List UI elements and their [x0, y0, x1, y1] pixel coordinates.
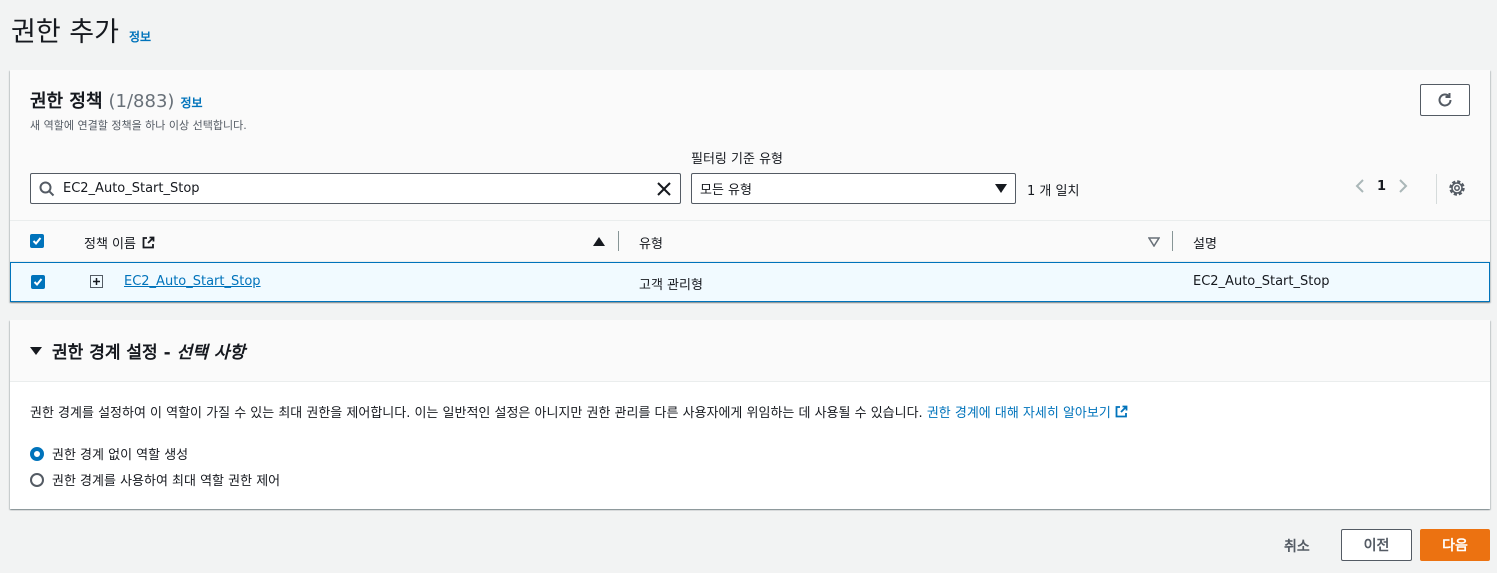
previous-button[interactable]: 이전: [1341, 529, 1412, 561]
policies-header: 권한 정책 (1/883) 정보 새 역할에 연결할 정책을 하나 이상 선택합…: [30, 87, 247, 133]
clear-icon[interactable]: [656, 181, 672, 197]
external-link-icon: [1115, 405, 1128, 418]
boundary-optional-label: 선택 사항: [176, 343, 246, 363]
permission-boundary-panel: 권한 경계 설정 - 선택 사항 권한 경계를 설정하여 이 역할이 가질 수 …: [10, 320, 1490, 509]
expand-row-button[interactable]: [90, 275, 103, 288]
column-header-type[interactable]: 유형: [639, 233, 663, 252]
check-icon: [33, 278, 43, 286]
caret-down-icon[interactable]: [30, 346, 42, 356]
policies-title: 권한 정책: [30, 91, 103, 112]
boundary-description-row: 권한 경계를 설정하여 이 역할이 가질 수 있는 최대 권한을 제어합니다. …: [30, 402, 1128, 421]
page-title-container: 권한 추가 정보: [11, 10, 151, 49]
radio-label: 권한 경계 없이 역할 생성: [52, 448, 189, 463]
table-row[interactable]: EC2_Auto_Start_Stop 고객 관리형 EC2_Auto_Star…: [10, 262, 1490, 302]
learn-more-label: 권한 경계에 대해 자세히 알아보기: [926, 406, 1111, 421]
radio-option-no-boundary[interactable]: 권한 경계 없이 역할 생성: [30, 444, 188, 463]
page-title: 권한 추가: [11, 17, 119, 48]
external-link-icon: [142, 236, 155, 249]
filter-type-label: 필터링 기준 유형: [691, 152, 783, 167]
policy-search-input[interactable]: EC2_Auto_Start_Stop: [30, 173, 681, 204]
policies-table-header: 정책 이름 유형 설명: [10, 220, 1490, 262]
radio-label: 권한 경계를 사용하여 최대 역할 권한 제어: [52, 474, 281, 489]
policies-title-row: 권한 정책 (1/883) 정보: [30, 87, 247, 113]
policies-count: (1/883): [108, 91, 175, 112]
search-icon: [39, 181, 55, 196]
cancel-button[interactable]: 취소: [1284, 536, 1310, 556]
policy-description: EC2_Auto_Start_Stop: [1193, 274, 1330, 289]
column-description-label: 설명: [1193, 237, 1217, 252]
match-count: 1 개 일치: [1027, 184, 1080, 199]
column-name-label: 정책 이름: [84, 237, 136, 252]
policies-description: 새 역할에 연결할 정책을 하나 이상 선택합니다.: [30, 119, 247, 132]
filter-type-value: 모든 유형: [700, 183, 752, 198]
next-button[interactable]: 다음: [1420, 529, 1490, 561]
radio-option-use-boundary[interactable]: 권한 경계를 사용하여 최대 역할 권한 제어: [30, 470, 280, 489]
check-icon: [32, 237, 42, 245]
boundary-description: 권한 경계를 설정하여 이 역할이 가질 수 있는 최대 권한을 제어합니다. …: [30, 406, 923, 421]
policy-type: 고객 관리형: [639, 278, 703, 293]
refresh-icon: [1438, 93, 1452, 107]
learn-more-link[interactable]: 권한 경계에 대해 자세히 알아보기: [926, 405, 1128, 421]
row-checkbox[interactable]: [31, 275, 45, 289]
column-divider[interactable]: [1172, 231, 1173, 251]
search-value[interactable]: EC2_Auto_Start_Stop: [63, 181, 648, 196]
radio-button[interactable]: [30, 472, 44, 487]
pagination-divider: [1436, 174, 1437, 204]
boundary-header[interactable]: 권한 경계 설정 - 선택 사항: [10, 320, 1490, 382]
chevron-left-icon[interactable]: [1355, 178, 1365, 194]
page-number[interactable]: 1: [1377, 179, 1386, 194]
gear-icon[interactable]: [1447, 178, 1467, 198]
sort-icon[interactable]: [1148, 237, 1160, 247]
policy-name-link[interactable]: EC2_Auto_Start_Stop: [124, 274, 261, 289]
plus-icon: [93, 278, 100, 285]
page-info-link[interactable]: 정보: [129, 28, 151, 45]
radio-button-selected[interactable]: [30, 446, 44, 461]
chevron-right-icon[interactable]: [1398, 178, 1408, 194]
refresh-button[interactable]: [1420, 84, 1470, 116]
filter-type-select[interactable]: 모든 유형: [691, 173, 1016, 204]
boundary-title: 권한 경계 설정 -: [52, 343, 171, 363]
column-type-label: 유형: [639, 237, 663, 252]
sort-ascending-icon[interactable]: [593, 237, 605, 247]
policies-info-link[interactable]: 정보: [180, 94, 202, 111]
column-header-name[interactable]: 정책 이름: [84, 233, 155, 252]
column-header-description[interactable]: 설명: [1193, 233, 1217, 252]
column-divider[interactable]: [618, 231, 619, 251]
select-all-checkbox[interactable]: [30, 234, 44, 248]
permission-policies-panel: 권한 정책 (1/883) 정보 새 역할에 연결할 정책을 하나 이상 선택합…: [10, 70, 1490, 302]
pagination: 1: [1355, 178, 1408, 194]
caret-down-icon: [995, 183, 1007, 193]
